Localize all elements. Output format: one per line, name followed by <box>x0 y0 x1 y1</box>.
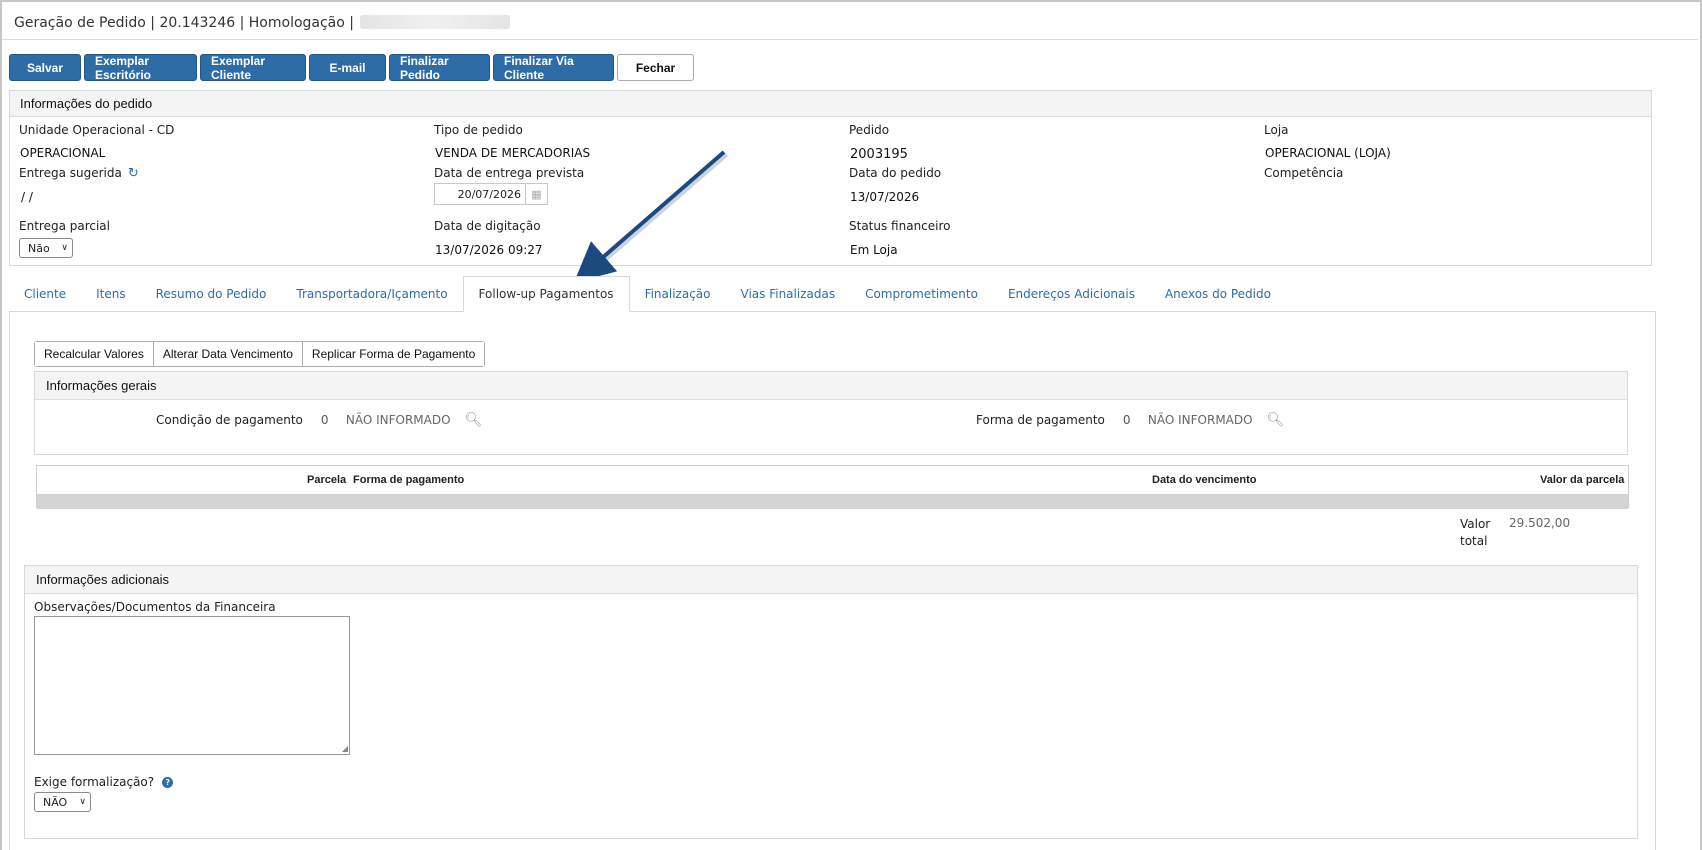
status-fin-label: Status financeiro <box>849 219 951 233</box>
window-title: Geração de Pedido | 20.143246 | Homologa… <box>14 15 354 31</box>
col-parcela[interactable]: Parcela <box>307 474 346 486</box>
pedido-label: Pedido <box>849 123 890 137</box>
chevron-down-icon: ∨ <box>61 243 68 253</box>
total-label-line2: total <box>1460 534 1488 548</box>
unidade-value: OPERACIONAL <box>20 146 106 160</box>
search-icon[interactable]: 🔍︎ <box>1267 412 1285 428</box>
entrega-sugerida-value: / / <box>21 190 33 204</box>
loja-value: OPERACIONAL (LOJA) <box>1265 146 1391 160</box>
office-copy-button[interactable]: Exemplar Escritório <box>84 54 197 82</box>
forma-label: Forma de pagamento <box>976 413 1105 427</box>
condicao-code[interactable]: 0 <box>321 413 346 427</box>
condicao-row: Condição de pagamento 0 NÃO INFORMADO 🔍︎ <box>156 412 482 428</box>
formalizacao-value: NÃO <box>43 795 68 809</box>
save-button[interactable]: Salvar <box>9 54 81 81</box>
col-valor-parcela[interactable]: Valor da parcela <box>1540 474 1624 486</box>
order-info-header: Informações do pedido <box>10 91 1651 117</box>
data-digitacao-label: Data de digitação <box>434 219 541 233</box>
calendar-icon[interactable]: ▦ <box>525 184 547 204</box>
tipo-label: Tipo de pedido <box>434 123 523 137</box>
window-title-bar: Geração de Pedido | 20.143246 | Homologa… <box>2 2 1698 40</box>
replicate-payment-button[interactable]: Replicar Forma de Pagamento <box>302 342 485 366</box>
client-copy-button[interactable]: Exemplar Cliente <box>200 54 306 82</box>
refresh-icon[interactable]: ↻ <box>128 166 139 181</box>
data-entrega-input[interactable]: 20/07/2026 ▦ <box>434 183 548 205</box>
order-info-panel: Informações do pedido Unidade Operaciona… <box>9 90 1652 266</box>
recalculate-button[interactable]: Recalcular Valores <box>35 342 154 366</box>
formalizacao-label: Exige formalização? <box>34 775 155 789</box>
redacted-user <box>360 15 510 29</box>
data-pedido-value: 13/07/2026 <box>850 190 920 204</box>
tab-finalizacao[interactable]: Finalização <box>630 276 726 312</box>
general-info-header: Informações gerais <box>35 372 1627 400</box>
forma-desc: NÃO INFORMADO <box>1147 413 1253 427</box>
tab-comprometimento[interactable]: Comprometimento <box>850 276 993 312</box>
data-entrega-value[interactable]: 20/07/2026 <box>435 188 525 201</box>
finalize-via-client-button[interactable]: Finalizar Via Cliente <box>493 54 614 82</box>
col-forma-pagamento[interactable]: Forma de pagamento <box>353 474 464 486</box>
resize-grip-icon[interactable]: ◢ <box>342 744 348 753</box>
chevron-down-icon: ∨ <box>79 797 86 807</box>
data-entrega-label: Data de entrega prevista <box>434 166 585 180</box>
search-icon[interactable]: 🔍︎ <box>465 412 483 428</box>
installments-table: Parcela Forma de pagamento Data do venci… <box>36 465 1629 509</box>
col-data-vencimento[interactable]: Data do vencimento <box>1152 474 1257 486</box>
tab-enderecos-adicionais[interactable]: Endereços Adicionais <box>993 276 1150 312</box>
total-label-line1: Valor <box>1460 517 1491 531</box>
unidade-label: Unidade Operacional - CD <box>19 123 175 137</box>
competencia-label: Competência <box>1264 166 1344 180</box>
data-pedido-label: Data do pedido <box>849 166 942 180</box>
forma-row: Forma de pagamento 0 NÃO INFORMADO 🔍︎ <box>976 412 1284 428</box>
tab-anexos-pedido[interactable]: Anexos do Pedido <box>1150 276 1286 312</box>
payment-actions: Recalcular Valores Alterar Data Vencimen… <box>34 341 486 367</box>
additional-info-header: Informações adicionais <box>25 566 1637 594</box>
email-button[interactable]: E-mail <box>309 54 386 81</box>
close-button[interactable]: Fechar <box>617 54 694 81</box>
tipo-value: VENDA DE MERCADORIAS <box>435 146 591 160</box>
obs-label: Observações/Documentos da Financeira <box>34 600 276 614</box>
change-due-date-button[interactable]: Alterar Data Vencimento <box>153 342 303 366</box>
help-icon[interactable]: ? <box>162 777 174 788</box>
entrega-parcial-label: Entrega parcial <box>19 219 110 233</box>
finalize-order-button[interactable]: Finalizar Pedido <box>389 54 490 82</box>
status-fin-value: Em Loja <box>850 243 898 257</box>
table-header: Parcela Forma de pagamento Data do venci… <box>37 466 1628 494</box>
tab-itens[interactable]: Itens <box>81 276 140 312</box>
general-info-box: Informações gerais Condição de pagamento… <box>34 371 1628 455</box>
total-value: 29.502,00 <box>1509 516 1571 530</box>
tab-bar: Cliente Itens Resumo do Pedido Transport… <box>9 276 1286 312</box>
entrega-parcial-value: Não <box>28 241 50 255</box>
formalizacao-select[interactable]: NÃO ∨ <box>34 792 91 812</box>
entrega-sugerida-field: Entrega sugerida ↻ <box>19 166 139 181</box>
entrega-parcial-select[interactable]: Não ∨ <box>19 238 73 258</box>
tab-vias-finalizadas[interactable]: Vias Finalizadas <box>726 276 851 312</box>
formalizacao-field: Exige formalização?? <box>34 775 174 789</box>
loja-label: Loja <box>1264 123 1289 137</box>
obs-textarea[interactable]: ◢ <box>34 616 350 755</box>
pedido-value: 2003195 <box>850 147 908 162</box>
table-empty-row <box>37 494 1628 509</box>
forma-code[interactable]: 0 <box>1123 413 1148 427</box>
tab-resumo-pedido[interactable]: Resumo do Pedido <box>141 276 282 312</box>
condicao-label: Condição de pagamento <box>156 413 303 427</box>
total-label: Valor total <box>1460 516 1490 550</box>
tab-follow-up-pagamentos[interactable]: Follow-up Pagamentos <box>462 276 630 312</box>
entrega-sugerida-label: Entrega sugerida <box>19 166 122 180</box>
tab-transportadora[interactable]: Transportadora/Içamento <box>281 276 462 312</box>
data-digitacao-value: 13/07/2026 09:27 <box>435 243 543 257</box>
main-toolbar: Salvar Exemplar Escritório Exemplar Clie… <box>9 54 694 82</box>
condicao-desc: NÃO INFORMADO <box>345 413 451 427</box>
tab-cliente[interactable]: Cliente <box>9 276 81 312</box>
